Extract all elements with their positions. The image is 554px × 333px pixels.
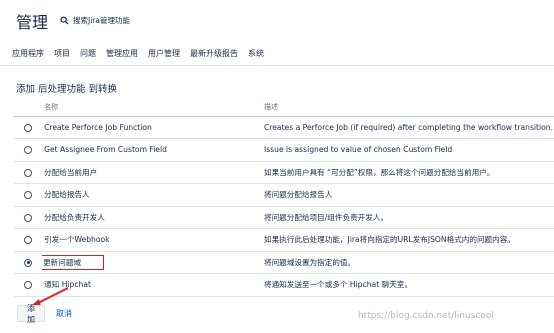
nav-item-applications[interactable]: 应用程序 — [12, 48, 44, 59]
function-description: 将问题分配给报告人 — [263, 183, 554, 207]
watermark: https://blog.csdn.net/linuscool — [358, 311, 494, 321]
table-row[interactable]: 分配给当前用户 如果当前用户具有 “可分配”权限，那么将这个问题分配给当前用户。 — [14, 161, 554, 184]
function-description: 将通知发送至一个或多个 Hipchat 聊天室。 — [263, 273, 554, 297]
description-column-header: 描述 — [263, 98, 554, 117]
nav-item-system[interactable]: 系统 — [248, 48, 264, 59]
section-title: 添加 后处理功能 到转换 — [16, 84, 118, 95]
function-name: Get Assignee From Custom Field — [42, 138, 264, 162]
table-row[interactable]: 引发一个Webhook 如果执行此后处理功能，Jira将向指定的URL发布JSO… — [14, 228, 554, 252]
admin-nav: 应用程序 项目 问题 管理应用 用户管理 最新升级报告 系统 — [12, 48, 274, 59]
function-description: Issue is assigned to value of chosen Cus… — [263, 138, 554, 162]
header-divider — [0, 65, 554, 66]
search-label: 搜索Jira管理功能 — [73, 15, 130, 25]
function-name: 分配给当前用户 — [42, 161, 264, 184]
select-column-header — [14, 98, 43, 117]
radio-button-selected[interactable] — [24, 258, 33, 267]
nav-item-issues[interactable]: 问题 — [80, 48, 96, 59]
table-row[interactable]: Create Perforce Job Function Creates a P… — [14, 116, 554, 139]
function-name: 通知 Hipchat — [42, 273, 264, 297]
table-row[interactable]: 分配给报告人 将问题分配给报告人 — [14, 183, 554, 207]
function-name: 分配给报告人 — [42, 183, 264, 207]
table-row[interactable]: 分配给负责开发人 将问题分配给项目/组件负责开发人。 — [14, 206, 554, 229]
admin-search[interactable]: 搜索Jira管理功能 — [60, 12, 210, 28]
cancel-link[interactable]: 取消 — [56, 308, 72, 319]
table-row[interactable]: Get Assignee From Custom Field Issue is … — [14, 138, 554, 162]
nav-item-user-management[interactable]: 用户管理 — [148, 48, 180, 59]
function-name: 分配给负责开发人 — [42, 206, 264, 229]
table-row[interactable]: 通知 Hipchat 将通知发送至一个或多个 Hipchat 聊天室。 — [14, 273, 554, 297]
function-description: 将问题分配给项目/组件负责开发人。 — [263, 206, 554, 229]
highlighted-function-name: 更新问题域 — [42, 254, 105, 270]
post-function-table: 名称 描述 Create Perforce Job Function Creat… — [14, 98, 554, 297]
table-header-row: 名称 描述 — [14, 98, 554, 117]
search-icon — [60, 15, 69, 25]
table-row-selected[interactable]: 更新问题域 将问题域设置为指定的值。 — [14, 251, 554, 274]
radio-button[interactable] — [24, 168, 33, 177]
function-description: 如果当前用户具有 “可分配”权限，那么将这个问题分配给当前用户。 — [263, 161, 554, 184]
radio-button[interactable] — [24, 123, 33, 132]
radio-button[interactable] — [24, 213, 33, 222]
nav-item-projects[interactable]: 项目 — [54, 48, 70, 59]
function-description: 如果执行此后处理功能，Jira将向指定的URL发布JSON格式内的问题内容。 — [263, 228, 554, 252]
radio-button[interactable] — [24, 191, 33, 200]
add-button[interactable]: 添加 — [17, 304, 45, 324]
function-description: 将问题域设置为指定的值。 — [263, 251, 554, 274]
nav-item-upgrade-report[interactable]: 最新升级报告 — [190, 48, 238, 59]
function-name: 引发一个Webhook — [42, 228, 264, 252]
nav-item-manage-apps[interactable]: 管理应用 — [106, 48, 138, 59]
name-column-header: 名称 — [42, 98, 264, 117]
page-title: 管理 — [16, 13, 49, 32]
radio-button[interactable] — [24, 146, 33, 155]
radio-button[interactable] — [24, 236, 33, 245]
function-name: Create Perforce Job Function — [42, 116, 264, 139]
function-description: Creates a Perforce Job (if required) aft… — [263, 116, 554, 139]
